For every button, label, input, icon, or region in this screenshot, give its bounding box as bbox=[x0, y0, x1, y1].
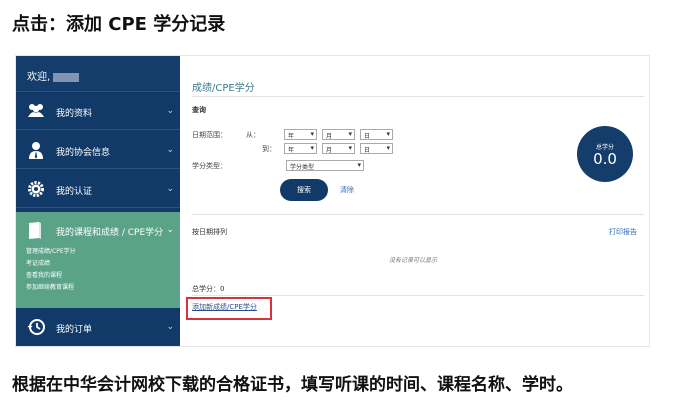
subitem-exam-scores[interactable]: 考证成绩 bbox=[26, 258, 50, 267]
page-title: 成绩/CPE学分 bbox=[192, 83, 255, 94]
no-records-message: 没有记录可以显示 bbox=[389, 257, 438, 264]
sidebar-item-orders[interactable]: 我的订单 ⌄ bbox=[16, 308, 180, 346]
sort-by-date-label: 按日期排列 bbox=[192, 228, 227, 236]
screenshot-frame: 欢迎, 我的资料 ⌄ 我的协会信息 ⌄ 我的认证 ⌄ 我的课程和成绩 / CPE… bbox=[15, 55, 650, 347]
total-credits-badge: 总学分 0.0 bbox=[577, 126, 633, 182]
total-credits-value: 0.0 bbox=[593, 150, 617, 168]
book-icon bbox=[29, 222, 41, 239]
sidebar-item-label: 我的资料 bbox=[56, 109, 93, 119]
credit-type-select[interactable]: 学分类型 bbox=[286, 160, 364, 171]
instruction-heading: 点击：添加 CPE 学分记录 bbox=[12, 14, 226, 35]
gear-icon bbox=[28, 181, 44, 197]
total-credits-line: 总学分：0 bbox=[192, 285, 225, 293]
to-label: 到： bbox=[262, 145, 276, 153]
sidebar-item-label: 我的认证 bbox=[56, 187, 93, 197]
chevron-down-icon: ⌄ bbox=[166, 322, 174, 332]
to-year-select[interactable]: 年 bbox=[284, 143, 317, 154]
chevron-down-icon: ⌄ bbox=[166, 184, 174, 194]
add-cpe-credit-link[interactable]: 添加新成绩/CPE学分 bbox=[192, 302, 257, 312]
sidebar: 欢迎, 我的资料 ⌄ 我的协会信息 ⌄ 我的认证 ⌄ 我的课程和成绩 / CPE… bbox=[16, 56, 180, 346]
username-blur bbox=[53, 72, 80, 82]
sidebar-item-label: 我的协会信息 bbox=[56, 148, 111, 158]
total-divider bbox=[192, 295, 644, 296]
subitem-my-courses[interactable]: 查看我的课程 bbox=[26, 270, 62, 279]
sidebar-item-certification[interactable]: 我的认证 ⌄ bbox=[16, 170, 180, 208]
date-range-label: 日期范围： bbox=[192, 131, 227, 139]
chevron-down-icon: ⌄ bbox=[166, 106, 174, 116]
sidebar-item-association[interactable]: 我的协会信息 ⌄ bbox=[16, 131, 180, 169]
clear-link[interactable]: 清除 bbox=[340, 185, 354, 195]
from-label: 从： bbox=[246, 131, 260, 139]
search-button[interactable]: 搜索 bbox=[280, 179, 328, 201]
query-label: 查询 bbox=[192, 106, 206, 114]
to-day-select[interactable]: 日 bbox=[360, 143, 393, 154]
chevron-down-icon: ⌄ bbox=[166, 225, 174, 235]
welcome-text: 欢迎, bbox=[27, 72, 51, 83]
section-divider bbox=[192, 214, 644, 215]
person-icon bbox=[29, 142, 43, 159]
sidebar-item-courses[interactable]: 我的课程和成绩 / CPE学分 ⌄ 管理成绩/CPE学分 考证成绩 查看我的课程… bbox=[16, 212, 180, 308]
main-content: 成绩/CPE学分 查询 日期范围： 从： 到： 年 月 日 年 月 日 学分类型… bbox=[180, 56, 649, 346]
title-divider bbox=[192, 96, 644, 97]
sidebar-item-profile[interactable]: 我的资料 ⌄ bbox=[16, 92, 180, 130]
sidebar-item-label: 我的课程和成绩 / CPE学分 bbox=[56, 228, 164, 238]
welcome-bar: 欢迎, bbox=[16, 56, 180, 92]
subitem-manage-credits[interactable]: 管理成绩/CPE学分 bbox=[26, 246, 76, 255]
subitem-continuing-education[interactable]: 参加继续教育课程 bbox=[26, 282, 74, 291]
credit-type-label: 学分类型： bbox=[192, 162, 227, 170]
to-month-select[interactable]: 月 bbox=[322, 143, 355, 154]
from-day-select[interactable]: 日 bbox=[360, 129, 393, 140]
users-icon bbox=[28, 104, 44, 117]
history-icon bbox=[27, 319, 45, 335]
instruction-footer: 根据在中华会计网校下载的合格证书，填写听课的时间、课程名称、学时。 bbox=[12, 375, 573, 395]
from-month-select[interactable]: 月 bbox=[322, 129, 355, 140]
from-year-select[interactable]: 年 bbox=[284, 129, 317, 140]
print-report-link[interactable]: 打印报告 bbox=[609, 227, 637, 237]
chevron-down-icon: ⌄ bbox=[166, 145, 174, 155]
sidebar-item-label: 我的订单 bbox=[56, 325, 93, 335]
